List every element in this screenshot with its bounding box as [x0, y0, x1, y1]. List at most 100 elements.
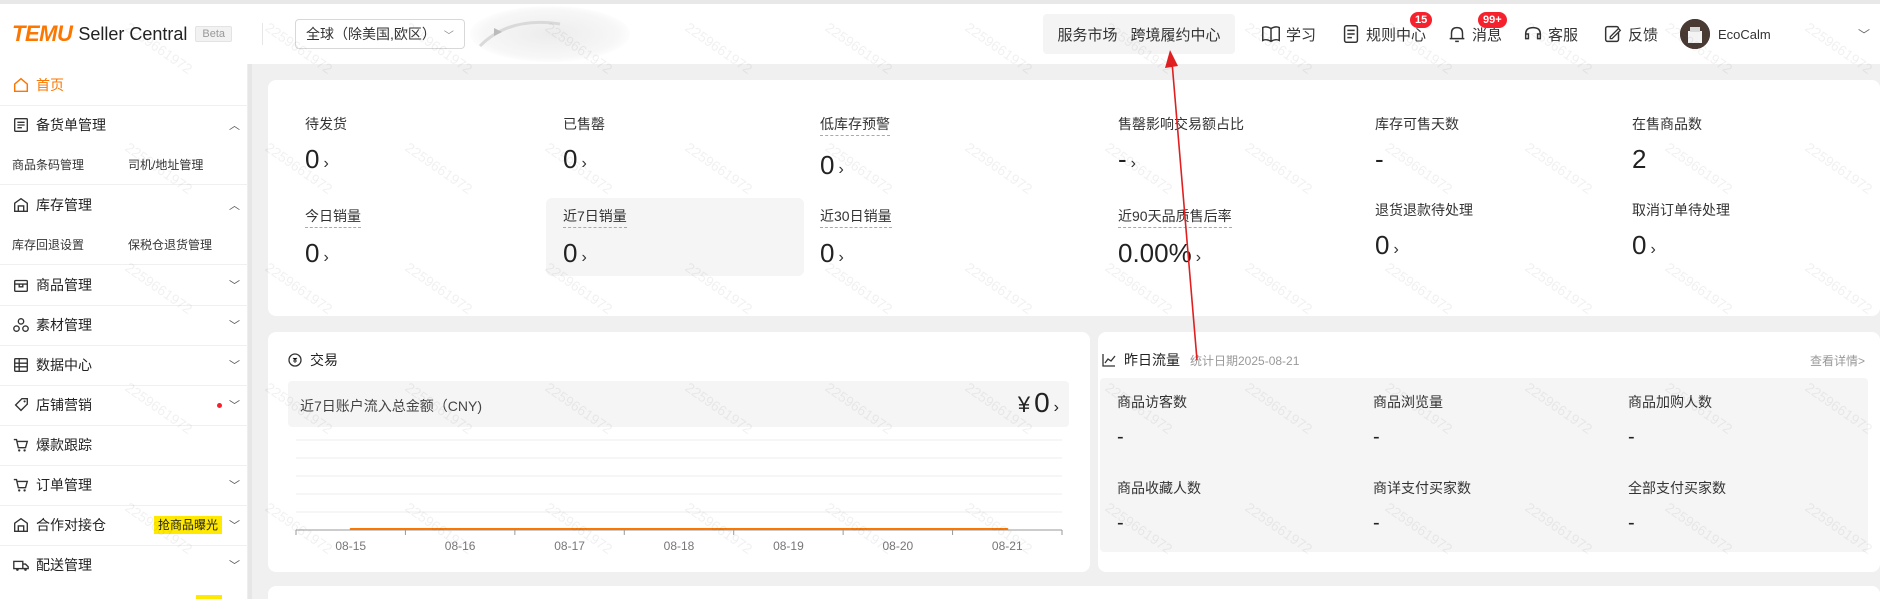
traffic-metric-label: 商品访客数 — [1117, 394, 1187, 410]
decorative-swoosh-icon — [478, 20, 561, 48]
sidebar-item-label: 备货单管理 — [36, 117, 106, 133]
rules-center-link[interactable]: 规则中心 15 — [1340, 12, 1433, 54]
stat-value-number: 0 — [1632, 230, 1647, 260]
chevron-down-icon: ﹀ — [229, 280, 240, 292]
headset-icon — [1524, 26, 1542, 40]
stat-label: 取消订单待处理 — [1632, 202, 1730, 218]
stat-value[interactable]: 2 — [1632, 144, 1646, 175]
traffic-metric-label: 商品加购人数 — [1628, 394, 1712, 410]
stat-value[interactable]: - — [1375, 144, 1384, 175]
chevron-down-icon: ﹀ — [229, 320, 240, 332]
chart-point — [568, 528, 571, 530]
stat-value[interactable]: 0 › — [563, 144, 587, 175]
feedback-label: 反馈 — [1628, 26, 1659, 44]
sidebar-item-stock-order[interactable]: 备货单管理 ︿ — [0, 105, 248, 145]
stat-value[interactable]: 0 › — [820, 238, 844, 269]
chevron-down-icon[interactable]: ﹀ — [1858, 26, 1870, 43]
stat-label: 近7日销量 — [563, 206, 627, 228]
chart-tick-label: 08-18 — [664, 539, 695, 552]
decorative-banner — [470, 6, 630, 62]
sidebar-item-cooperation[interactable]: 合作对接仓 抢商品曝光 ﹀ — [0, 505, 248, 545]
messages-badge: 99+ — [1478, 12, 1507, 28]
chevron-up-icon: ︿ — [229, 120, 240, 132]
tag-icon — [14, 398, 28, 412]
order-cart-icon — [13, 478, 29, 492]
messages-link[interactable]: 消息 99+ — [1446, 12, 1507, 54]
region-select[interactable]: 全球（除美国,欧区） ﹀ — [295, 19, 465, 49]
learn-label: 学习 — [1286, 26, 1317, 44]
sidebar: 首页 备货单管理 ︿ 商品条码管理 司机/地址管理 库存管理 ︿ 库存回退设置 … — [0, 64, 248, 599]
sidebar-item-label: 数据中心 — [36, 357, 92, 373]
shapes-icon — [13, 318, 29, 332]
sidebar-item-delivery[interactable]: 配送管理 ﹀ — [0, 545, 248, 585]
cross-border-center-link[interactable]: 跨境履约中心 — [1130, 24, 1220, 45]
traffic-metric-label: 商详支付买家数 — [1373, 480, 1471, 496]
sidebar-scrollbar[interactable] — [248, 64, 252, 599]
stat-value[interactable]: 0 › — [1632, 230, 1656, 261]
sidebar-item-materials[interactable]: 素材管理 ﹀ — [0, 305, 248, 345]
promo-tag: 抢商品曝光 — [153, 516, 222, 534]
traffic-metric-value: - — [1628, 426, 1635, 448]
learn-link[interactable]: 学习 — [1260, 14, 1316, 54]
amount-value: ¥ 0 › — [1018, 387, 1059, 419]
chart-tick-label: 08-16 — [445, 539, 476, 552]
chart-point — [459, 528, 462, 530]
user-menu[interactable]: EcoCalm — [1680, 14, 1771, 54]
chevron-down-icon: ﹀ — [229, 480, 240, 492]
document-icon — [1343, 25, 1359, 43]
chevron-up-icon: ︿ — [229, 200, 240, 212]
username: EcoCalm — [1718, 26, 1771, 42]
sidebar-item-data-center[interactable]: 数据中心 ﹀ — [0, 345, 248, 385]
chart-tick-label: 08-20 — [883, 539, 914, 552]
stat-value[interactable]: - › — [1118, 144, 1136, 175]
chart-tick-label: 08-19 — [773, 539, 804, 552]
chevron-down-icon: ﹀ — [443, 30, 454, 42]
region-select-value: 全球（除美国,欧区） — [306, 26, 436, 42]
sidebar-sub-driver[interactable]: 司机/地址管理 — [128, 156, 203, 173]
view-details-link[interactable]: 查看详情> — [1810, 352, 1865, 369]
chevron-right-icon: › — [323, 249, 329, 266]
sidebar-sub-barcode[interactable]: 商品条码管理 — [12, 156, 84, 173]
support-link[interactable]: 客服 — [1522, 14, 1578, 54]
chevron-down-icon: ﹀ — [229, 520, 240, 532]
truck-icon — [13, 560, 29, 571]
stat-value[interactable]: 0 › — [1375, 230, 1399, 261]
chevron-down-icon: ﹀ — [229, 360, 240, 372]
stat-value[interactable]: 0 › — [305, 144, 329, 175]
logo[interactable]: TEMU Seller Central Beta — [12, 21, 233, 47]
sidebar-item-marketing[interactable]: 店铺营销 ﹀ — [0, 385, 248, 425]
stat-value[interactable]: 0 › — [820, 150, 844, 181]
chart-point — [896, 528, 899, 530]
sidebar-item-hot-tracking[interactable]: 爆款跟踪 — [0, 425, 248, 465]
stat-value[interactable]: 0 › — [563, 238, 587, 269]
stat-value[interactable]: 0 › — [305, 238, 329, 269]
amount-bar[interactable]: 近7日账户流入总金额（CNY) ¥ 0 › — [288, 381, 1069, 427]
stat-label: 在售商品数 — [1632, 116, 1702, 132]
traffic-date: 统计日期2025-08-21 — [1190, 354, 1300, 368]
notification-dot — [217, 402, 222, 408]
feedback-link[interactable]: 反馈 — [1602, 14, 1658, 54]
chevron-right-icon: › — [1053, 399, 1059, 416]
sidebar-item-products[interactable]: 商品管理 ﹀ — [0, 265, 248, 305]
warehouse-icon — [14, 517, 28, 532]
sidebar-sub-return-setting[interactable]: 库存回退设置 — [12, 236, 84, 253]
stat-value-number: 0 — [1375, 230, 1390, 260]
sidebar-sub-bonded[interactable]: 保税仓退货管理 — [128, 236, 212, 253]
chart-tick-label: 08-21 — [992, 539, 1023, 552]
sidebar-item-label: 爆款跟踪 — [36, 437, 92, 453]
edit-icon — [1604, 25, 1622, 43]
traffic-metric-label: 全部支付买家数 — [1628, 480, 1726, 496]
next-card — [268, 586, 1880, 599]
stat-label: 退货退款待处理 — [1375, 202, 1473, 218]
sidebar-item-inventory[interactable]: 库存管理 ︿ — [0, 185, 248, 225]
sidebar-item-label: 首页 — [36, 77, 64, 93]
stat-label: 库存可售天数 — [1375, 116, 1459, 132]
currency-symbol: ¥ — [1017, 392, 1031, 417]
stat-value-number: 0 — [563, 238, 578, 268]
chevron-right-icon: › — [1130, 155, 1136, 172]
bell-icon — [1449, 26, 1465, 43]
beta-badge: Beta — [195, 26, 233, 42]
sidebar-item-orders[interactable]: 订单管理 ﹀ — [0, 465, 248, 505]
sidebar-item-home[interactable]: 首页 — [0, 65, 248, 105]
service-market-link[interactable]: 服务市场 — [1057, 24, 1117, 45]
